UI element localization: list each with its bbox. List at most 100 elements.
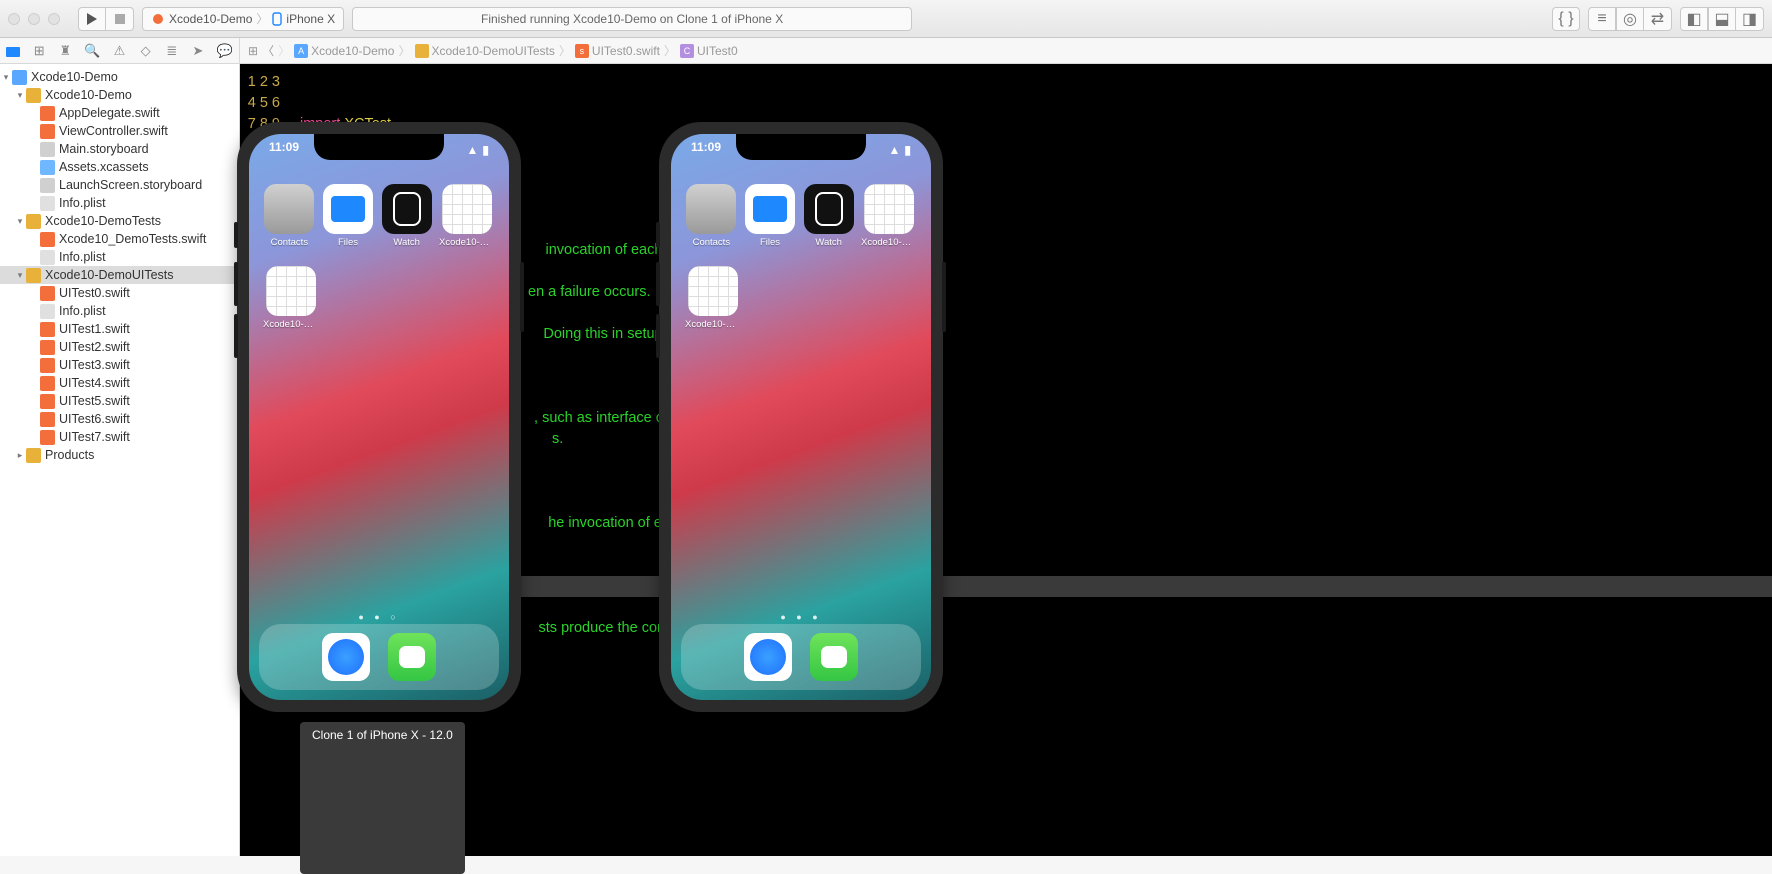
assistant-editor-button[interactable]: ◎ <box>1616 7 1644 31</box>
home-app[interactable]: Xcode10-Dem… <box>439 184 495 248</box>
watch-icon <box>382 184 432 234</box>
close-window-button[interactable] <box>8 13 20 25</box>
tree-row[interactable]: Info.plist <box>0 194 239 212</box>
symbol-navigator-tab[interactable]: ♜ <box>58 43 72 59</box>
tree-row[interactable]: Xcode10_DemoTests.swift <box>0 230 239 248</box>
tree-row[interactable]: UITest5.swift <box>0 392 239 410</box>
jump-symbol[interactable]: UITest0 <box>697 44 738 58</box>
wifi-icon: ▲ <box>889 143 901 157</box>
device-screen[interactable]: 11:09▲▮ContactsFilesWatchXcode10-Dem…Xco… <box>671 134 931 700</box>
jump-project[interactable]: Xcode10-Demo <box>311 44 394 58</box>
home-app[interactable]: Files <box>322 184 375 248</box>
tree-row[interactable]: UITest7.swift <box>0 428 239 446</box>
tree-row[interactable]: AppDelegate.swift <box>0 104 239 122</box>
tree-label: UITest5.swift <box>59 394 130 408</box>
project-navigator[interactable]: ▾Xcode10-Demo▾Xcode10-DemoAppDelegate.sw… <box>0 64 240 856</box>
tree-row[interactable]: Info.plist <box>0 302 239 320</box>
home-app[interactable]: Files <box>744 184 797 248</box>
tree-row[interactable]: ▸Products <box>0 446 239 464</box>
tree-row[interactable]: UITest6.swift <box>0 410 239 428</box>
tree-row[interactable]: UITest0.swift <box>0 284 239 302</box>
dock-safari-icon[interactable] <box>744 633 792 681</box>
grid-icon <box>442 184 492 234</box>
app-label: Xcode10-Demo <box>685 319 741 330</box>
standard-editor-button[interactable]: ≡ <box>1588 7 1616 31</box>
home-app[interactable]: Xcode10-Dem… <box>861 184 917 248</box>
navigator-bar: ⊞ ♜ 🔍 ⚠ ◇ ≣ ➤ 💬 ⊞ 〈 〉 AXcode10-Demo 〉 Xc… <box>0 38 1772 64</box>
scheme-device-label: iPhone X <box>286 12 335 26</box>
version-editor-button[interactable]: ⇄ <box>1644 7 1672 31</box>
toggle-debug-button[interactable]: ⬓ <box>1708 7 1736 31</box>
dock <box>681 624 921 690</box>
project-navigator-tab[interactable] <box>6 45 20 57</box>
tree-row[interactable]: ▾Xcode10-Demo <box>0 68 239 86</box>
dock-safari-icon[interactable] <box>322 633 370 681</box>
disclosure-triangle-icon[interactable]: ▾ <box>14 90 26 101</box>
jump-bar[interactable]: ⊞ 〈 〉 AXcode10-Demo 〉 Xcode10-DemoUITest… <box>240 38 1772 63</box>
run-button[interactable] <box>78 7 106 31</box>
tree-row[interactable]: Main.storyboard <box>0 140 239 158</box>
find-navigator-tab[interactable]: 🔍 <box>84 43 100 59</box>
dock-messages-icon[interactable] <box>388 633 436 681</box>
tree-label: Xcode10-DemoTests <box>45 214 161 228</box>
back-button[interactable]: 〈 <box>262 42 274 59</box>
tree-row[interactable]: UITest1.swift <box>0 320 239 338</box>
related-items-icon[interactable]: ⊞ <box>248 44 258 58</box>
tree-label: Xcode10-DemoUITests <box>45 268 174 282</box>
debug-navigator-tab[interactable]: ≣ <box>165 43 179 59</box>
tree-row[interactable]: LaunchScreen.storyboard <box>0 176 239 194</box>
code-snippets-button[interactable]: { } <box>1552 7 1580 31</box>
tree-row[interactable]: UITest4.swift <box>0 374 239 392</box>
home-app[interactable]: Contacts <box>685 184 738 248</box>
scheme-target-label: Xcode10-Demo <box>169 12 252 26</box>
home-app[interactable]: Contacts <box>263 184 316 248</box>
home-app[interactable]: Watch <box>380 184 433 248</box>
folder-icon <box>6 45 20 57</box>
navigator-tabs: ⊞ ♜ 🔍 ⚠ ◇ ≣ ➤ 💬 <box>0 38 240 63</box>
tree-row[interactable]: ▾ Xcode10-DemoTests <box>0 212 239 230</box>
tree-row[interactable]: ▾Xcode10-Demo <box>0 86 239 104</box>
test-navigator-tab[interactable]: ◇ <box>139 43 153 59</box>
tree-row[interactable]: ▾ Xcode10-DemoUITests <box>0 266 239 284</box>
jump-group[interactable]: Xcode10-DemoUITests <box>432 44 555 58</box>
tree-row[interactable]: UITest3.swift <box>0 356 239 374</box>
tree-label: Info.plist <box>59 304 106 318</box>
file-icon <box>40 106 55 121</box>
breakpoint-navigator-tab[interactable]: ➤ <box>191 43 205 59</box>
toggle-navigator-button[interactable]: ◧ <box>1680 7 1708 31</box>
zoom-window-button[interactable] <box>48 13 60 25</box>
device-notch <box>736 134 866 160</box>
home-grid-2: Xcode10-Demo <box>671 260 931 336</box>
disclosure-triangle-icon[interactable]: ▸ <box>14 450 26 461</box>
device-screen[interactable]: 11:09▲▮ContactsFilesWatchXcode10-Dem…Xco… <box>249 134 509 700</box>
page-dots[interactable]: ● ● ○ <box>249 612 509 622</box>
simulator-window-1[interactable]: 11:09▲▮ContactsFilesWatchXcode10-Dem…Xco… <box>237 122 521 712</box>
contacts-icon <box>264 184 314 234</box>
forward-button[interactable]: 〉 <box>278 42 290 59</box>
tree-row[interactable]: Info.plist <box>0 248 239 266</box>
tree-row[interactable]: UITest2.swift <box>0 338 239 356</box>
tree-label: UITest2.swift <box>59 340 130 354</box>
home-app[interactable]: Watch <box>802 184 855 248</box>
window-toolbar: Xcode10-Demo 〉 iPhone X Finished running… <box>0 0 1772 38</box>
home-app[interactable]: Xcode10-Demo <box>685 266 741 330</box>
disclosure-triangle-icon[interactable]: ▾ <box>14 216 26 227</box>
home-app[interactable]: Xcode10-Demo <box>263 266 319 330</box>
dock-messages-icon[interactable] <box>810 633 858 681</box>
report-navigator-tab[interactable]: 💬 <box>217 43 233 59</box>
files-icon <box>745 184 795 234</box>
disclosure-triangle-icon[interactable]: ▾ <box>14 270 26 281</box>
stop-button[interactable] <box>106 7 134 31</box>
jump-file[interactable]: UITest0.swift <box>592 44 660 58</box>
simulator-window-2[interactable]: 11:09▲▮ContactsFilesWatchXcode10-Dem…Xco… <box>659 122 943 712</box>
tree-row[interactable]: Assets.xcassets <box>0 158 239 176</box>
disclosure-triangle-icon[interactable]: ▾ <box>0 72 12 83</box>
scheme-selector[interactable]: Xcode10-Demo 〉 iPhone X <box>142 7 344 31</box>
source-control-navigator-tab[interactable]: ⊞ <box>32 43 46 59</box>
tree-row[interactable]: ViewController.swift <box>0 122 239 140</box>
page-dots[interactable]: ● ● ● <box>671 612 931 622</box>
issue-navigator-tab[interactable]: ⚠ <box>112 43 126 59</box>
minimize-window-button[interactable] <box>28 13 40 25</box>
file-icon <box>40 178 55 193</box>
toggle-inspector-button[interactable]: ◨ <box>1736 7 1764 31</box>
